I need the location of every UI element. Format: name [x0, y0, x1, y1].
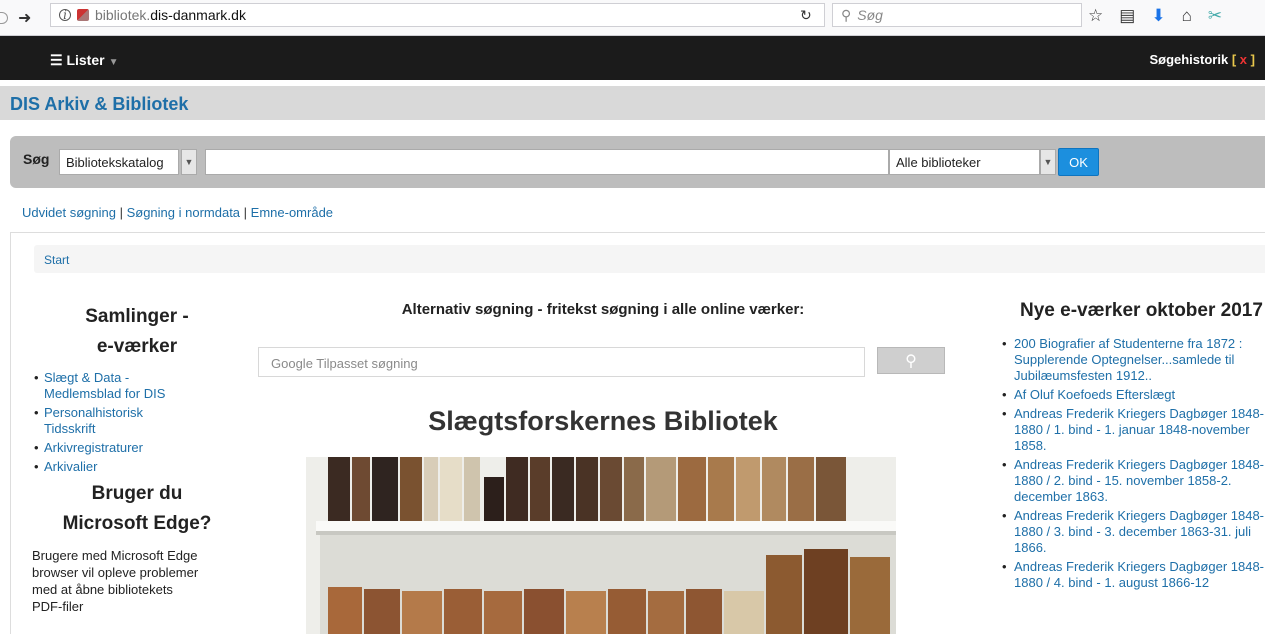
- bookmark-star-icon[interactable]: ☆: [1088, 6, 1103, 26]
- info-icon[interactable]: i: [59, 8, 71, 22]
- search-icon: ⚲: [905, 352, 917, 370]
- new-works-list: 200 Biografier af Studenterne fra 1872 :…: [1000, 336, 1265, 591]
- search-label: Søg: [23, 151, 50, 167]
- site-title[interactable]: DIS Arkiv & Bibliotek: [10, 94, 188, 115]
- chevron-down-icon[interactable]: ▼: [1040, 149, 1056, 175]
- list-item[interactable]: Personalhistorisk Tidsskrift: [22, 405, 192, 437]
- site-navbar: ☰ Lister ▼ Søgehistorik [ x ]: [0, 36, 1265, 80]
- subject-area-link[interactable]: Emne-område: [251, 205, 333, 220]
- library-select[interactable]: Alle biblioteker: [889, 149, 1040, 175]
- address-bar[interactable]: i bibliotek. dis-danmark.dk: [50, 3, 825, 27]
- left-column: Samlinger - e-værker Slægt & Data - Medl…: [22, 302, 252, 615]
- list-item[interactable]: Arkivalier: [22, 459, 192, 475]
- list-icon: ☰: [50, 52, 63, 68]
- search-type-select[interactable]: Bibliotekskatalog: [59, 149, 179, 175]
- browser-tools: ☆ ▤ ⬇ ⌂ ✂: [1088, 6, 1222, 26]
- library-value: Alle biblioteker: [896, 155, 981, 170]
- back-button[interactable]: [0, 11, 8, 24]
- insecure-lock-icon: [77, 9, 89, 21]
- library-title: Slægtsforskernes Bibliotek: [428, 406, 778, 436]
- alt-search-heading: Alternativ søgning - fritekst søgning i …: [401, 301, 805, 318]
- chevron-down-icon[interactable]: ▼: [181, 149, 197, 175]
- site-title-bar: DIS Arkiv & Bibliotek: [0, 86, 1265, 120]
- extension-icon[interactable]: ✂: [1208, 6, 1222, 26]
- list-item[interactable]: Andreas Frederik Kriegers Dagbøger 1848-…: [1000, 508, 1265, 556]
- google-search-button[interactable]: ⚲: [877, 347, 945, 374]
- collections-list: Slægt & Data - Medlemsblad for DIS Perso…: [22, 370, 252, 475]
- list-item[interactable]: Slægt & Data - Medlemsblad for DIS: [22, 370, 192, 402]
- breadcrumb: Start: [34, 245, 1265, 273]
- url-prefix: bibliotek.: [95, 7, 151, 23]
- reload-icon[interactable]: ↻: [800, 7, 812, 24]
- right-column: Nye e-værker oktober 2017 200 Biografier…: [1000, 300, 1265, 594]
- history-close[interactable]: x: [1240, 52, 1247, 67]
- url-domain: dis-danmark.dk: [150, 7, 246, 23]
- list-item[interactable]: Af Oluf Koefoeds Efterslægt: [1000, 387, 1265, 403]
- edge-notice-text: Brugere med Microsoft Edge browser vil o…: [32, 548, 199, 614]
- search-type-value: Bibliotekskatalog: [66, 155, 164, 170]
- search-links: Udvidet søgning | Søgning i normdata | E…: [22, 205, 334, 220]
- ok-button[interactable]: OK: [1058, 148, 1099, 176]
- search-history[interactable]: Søgehistorik [ x ]: [1149, 52, 1255, 67]
- google-search-input[interactable]: Google Tilpasset søgning: [258, 347, 865, 377]
- lister-label: Lister: [66, 52, 105, 68]
- forward-icon[interactable]: ➜: [18, 8, 31, 28]
- list-item[interactable]: Andreas Frederik Kriegers Dagbøger 1848-…: [1000, 406, 1265, 454]
- list-item[interactable]: Andreas Frederik Kriegers Dagbøger 1848-…: [1000, 559, 1265, 591]
- catalog-search-bar: Søg Bibliotekskatalog ▼ Alle biblioteker…: [10, 136, 1265, 188]
- bookshelf-image: [306, 457, 896, 634]
- advanced-search-link[interactable]: Udvidet søgning: [22, 205, 116, 220]
- list-item[interactable]: Arkivregistraturer: [22, 440, 192, 456]
- list-item[interactable]: Andreas Frederik Kriegers Dagbøger 1848-…: [1000, 457, 1265, 505]
- bookshelf-illustration: [306, 457, 896, 634]
- lister-menu[interactable]: ☰ Lister ▼: [50, 52, 118, 69]
- google-search-placeholder: Google Tilpasset søgning: [271, 356, 418, 371]
- caret-down-icon: ▼: [108, 57, 119, 68]
- home-icon[interactable]: ⌂: [1182, 6, 1192, 26]
- collections-heading: Samlinger - e-værker: [85, 306, 189, 357]
- new-works-heading: Nye e-værker oktober 2017: [1020, 300, 1263, 321]
- download-icon[interactable]: ⬇: [1151, 6, 1165, 26]
- search-icon: ⚲: [841, 6, 852, 23]
- reading-list-icon[interactable]: ▤: [1119, 6, 1135, 26]
- browser-search-placeholder: Søg: [857, 7, 883, 23]
- browser-search-box[interactable]: ⚲ Søg: [832, 3, 1082, 27]
- breadcrumb-start[interactable]: Start: [44, 253, 69, 267]
- history-label[interactable]: Søgehistorik: [1149, 52, 1228, 67]
- search-query-input[interactable]: [205, 149, 889, 175]
- edge-heading: Bruger du Microsoft Edge?: [62, 483, 212, 534]
- normdata-search-link[interactable]: Søgning i normdata: [127, 205, 240, 220]
- list-item[interactable]: 200 Biografier af Studenterne fra 1872 :…: [1000, 336, 1265, 384]
